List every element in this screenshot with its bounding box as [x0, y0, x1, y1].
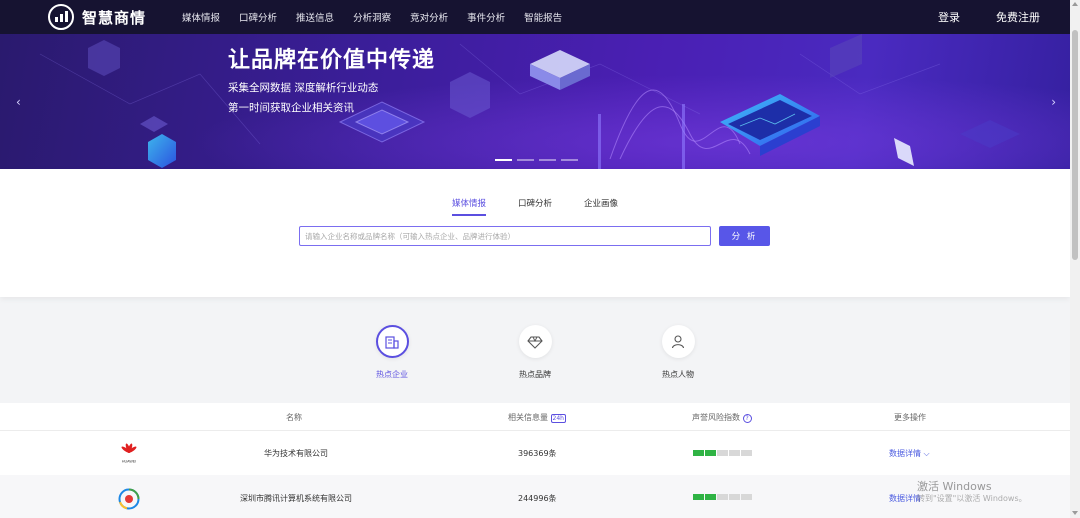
scrollbar-thumb[interactable]: [1072, 30, 1078, 260]
windows-activation-hint: 转到"设置"以激活 Windows。: [917, 494, 1027, 503]
tencent-logo: [118, 488, 140, 510]
tab-reputation[interactable]: 口碑分析: [518, 197, 552, 216]
risk-meter: [693, 450, 752, 456]
column-more: 更多操作: [894, 413, 926, 422]
category-hot-company[interactable]: 热点企业: [362, 325, 422, 380]
banner-dot[interactable]: [517, 159, 534, 161]
banner-dot[interactable]: [495, 159, 512, 161]
table-header: 名称 相关信息量 24h 声誉风险指数 ? 更多操作: [0, 403, 1070, 431]
column-info-count-label: 相关信息量: [508, 413, 548, 422]
nav-item-report[interactable]: 智能报告: [524, 10, 562, 24]
category-label: 热点企业: [376, 370, 408, 379]
register-link[interactable]: 免费注册: [996, 9, 1040, 25]
brand-name: 智慧商情: [82, 8, 147, 27]
company-name[interactable]: 深圳市腾讯计算机系统有限公司: [240, 493, 352, 504]
hot-categories: 热点企业 热点品牌 热点人物: [0, 297, 1070, 403]
banner-pagination: [495, 159, 578, 161]
nav-item-insight[interactable]: 分析洞察: [353, 10, 391, 24]
analyze-button[interactable]: 分 析: [719, 226, 770, 246]
info-count: 396369条: [518, 449, 557, 458]
category-label: 热点人物: [662, 370, 694, 379]
column-risk: 声誉风险指数 ?: [692, 412, 752, 423]
huawei-logo-text: HUAWEI: [122, 460, 136, 464]
banner-subtitle-1: 采集全网数据 深度解析行业动态: [228, 82, 379, 94]
company-name[interactable]: 华为技术有限公司: [264, 448, 328, 459]
main-menu: 媒体情报 口碑分析 推送信息 分析洞察 竞对分析 事件分析 智能报告: [182, 10, 581, 24]
banner-title: 让品牌在价值中传递: [228, 48, 436, 73]
table-row[interactable]: 深圳市腾讯计算机系统有限公司 244996条 数据详情: [0, 475, 1070, 518]
nav-item-push[interactable]: 推送信息: [296, 10, 334, 24]
info-count: 244996条: [518, 494, 557, 503]
nav-item-media[interactable]: 媒体情报: [182, 10, 220, 24]
column-risk-label: 声誉风险指数: [692, 413, 740, 422]
category-hot-person[interactable]: 热点人物: [648, 325, 708, 380]
windows-activation-watermark: 激活 Windows: [917, 480, 992, 493]
column-info-count: 相关信息量 24h: [508, 412, 566, 423]
nav-item-reputation[interactable]: 口碑分析: [239, 10, 277, 24]
search-input[interactable]: [299, 226, 711, 246]
data-detail-link[interactable]: 数据详情 ⌵: [889, 448, 930, 459]
banner-subtitle-2: 第一时间获取企业相关资讯: [228, 102, 354, 114]
brand-logo[interactable]: 智慧商情: [48, 4, 146, 30]
nav-item-event[interactable]: 事件分析: [467, 10, 505, 24]
building-icon: [385, 335, 399, 349]
risk-meter: [693, 494, 752, 500]
logo-mark-icon: [48, 4, 74, 30]
banner-dot[interactable]: [561, 159, 578, 161]
nav-item-competitor[interactable]: 竞对分析: [410, 10, 448, 24]
search-panel: 媒体情报 口碑分析 企业画像 分 析: [0, 169, 1070, 297]
scroll-up-arrow-icon[interactable]: [1072, 2, 1078, 6]
hero-banner: 让品牌在价值中传递 采集全网数据 深度解析行业动态 第一时间获取企业相关资讯 ‹…: [0, 34, 1070, 169]
page: 智慧商情 媒体情报 口碑分析 推送信息 分析洞察 竞对分析 事件分析 智能报告 …: [0, 0, 1080, 518]
banner-next-arrow-icon[interactable]: ›: [1051, 95, 1056, 109]
hot-company-table: 名称 相关信息量 24h 声誉风险指数 ? 更多操作 HUAWEI 华为技术有限…: [0, 403, 1070, 518]
page-scrollbar[interactable]: [1070, 0, 1080, 518]
scroll-down-arrow-icon[interactable]: [1072, 511, 1078, 515]
banner-dot[interactable]: [539, 159, 556, 161]
chevron-down-icon: ⌵: [923, 449, 930, 458]
24h-badge: 24h: [550, 414, 566, 423]
data-detail-label: 数据详情: [889, 449, 921, 458]
table-row[interactable]: HUAWEI 华为技术有限公司 396369条 数据详情 ⌵: [0, 431, 1070, 475]
top-nav: 智慧商情 媒体情报 口碑分析 推送信息 分析洞察 竞对分析 事件分析 智能报告 …: [0, 0, 1070, 34]
help-icon[interactable]: ?: [742, 414, 752, 423]
banner-prev-arrow-icon[interactable]: ‹: [16, 95, 21, 109]
search-tabs: 媒体情报 口碑分析 企业画像: [0, 197, 1070, 216]
person-icon: [671, 334, 685, 348]
huawei-logo: HUAWEI: [121, 443, 137, 464]
tab-media-intel[interactable]: 媒体情报: [451, 197, 486, 216]
diamond-icon: [527, 335, 543, 349]
login-link[interactable]: 登录: [938, 9, 960, 25]
account-links: 登录 免费注册: [902, 9, 1040, 25]
category-hot-brand[interactable]: 热点品牌: [505, 325, 565, 380]
tab-company-profile[interactable]: 企业画像: [584, 197, 618, 216]
category-label: 热点品牌: [519, 370, 551, 379]
banner-illustration: [0, 34, 1070, 169]
column-name: 名称: [286, 413, 302, 422]
